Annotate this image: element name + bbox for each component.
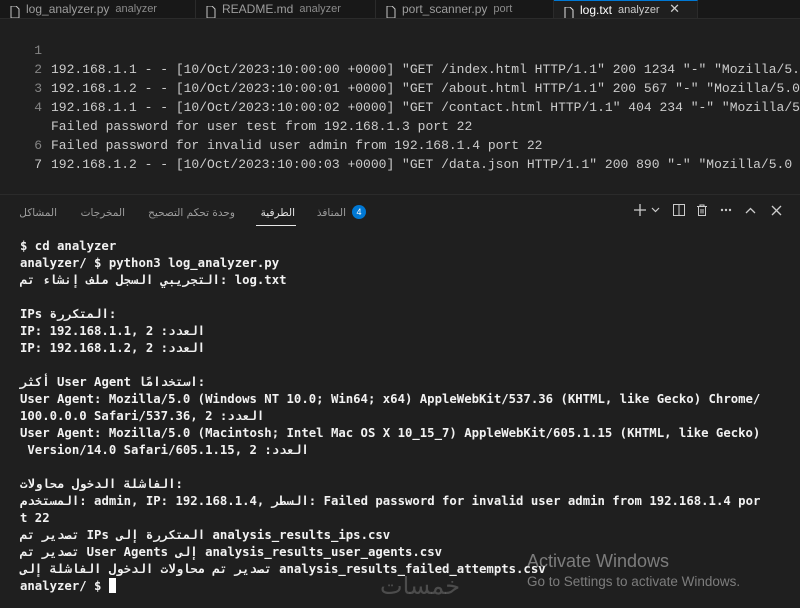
tab-terminal[interactable]: الطرفية bbox=[261, 207, 295, 219]
editor-line: 7 bbox=[0, 136, 800, 172]
terminal-line: IP: 192.168.1.1, العدد: 2 bbox=[20, 324, 206, 338]
tab-description: port bbox=[493, 3, 513, 15]
editor-line: 3 192.168.1.1 - - [10/Oct/2023:10:00:02 … bbox=[0, 60, 800, 115]
tab-output[interactable]: المخرجات bbox=[81, 207, 125, 219]
terminal-line: المستخدم: admin, IP: 192.168.1.4, السطر:… bbox=[20, 494, 761, 508]
line-number: 7 bbox=[34, 157, 42, 172]
terminal-line: 100.0.0.0 Safari/537.36, العدد: 2 bbox=[20, 409, 265, 423]
editor-line: 6 192.168.1.2 - - [10/Oct/2023:10:00:03 … bbox=[0, 117, 800, 172]
terminal-cursor bbox=[108, 578, 116, 593]
tab-description: analyzer bbox=[618, 3, 660, 16]
python-file-icon bbox=[386, 3, 396, 18]
python-file-icon bbox=[10, 3, 20, 18]
activate-windows-watermark: Activate Windows Go to Settings to activ… bbox=[527, 551, 740, 589]
tab-log-analyzer-py[interactable]: log_analyzer.py analyzer bbox=[0, 0, 196, 18]
terminal-line: analyzer/ $ python3 log_analyzer.py bbox=[20, 256, 280, 270]
text-editor[interactable]: 1 192.168.1.1 - - [10/Oct/2023:10:00:00 … bbox=[0, 22, 800, 192]
terminal-prompt: analyzer/ $ bbox=[20, 579, 109, 593]
panel-header: المشاكل المخرجات وحدة تحكم التصحيح الطرف… bbox=[0, 195, 800, 231]
vscode-window: log_analyzer.py analyzer README.md analy… bbox=[0, 0, 800, 608]
more-actions-icon[interactable] bbox=[720, 208, 732, 212]
tab-readme-md[interactable]: README.md analyzer bbox=[196, 0, 376, 18]
activate-windows-subtitle: Go to Settings to activate Windows. bbox=[527, 574, 741, 589]
markdown-file-icon bbox=[206, 3, 216, 18]
active-tab-indicator bbox=[256, 225, 296, 226]
trash-icon[interactable] bbox=[696, 204, 708, 216]
activate-windows-title: Activate Windows bbox=[527, 551, 670, 571]
editor-line: 1 192.168.1.1 - - [10/Oct/2023:10:00:00 … bbox=[0, 22, 800, 77]
tab-label: log_analyzer.py bbox=[26, 2, 110, 16]
editor-tab-bar: log_analyzer.py analyzer README.md analy… bbox=[0, 0, 800, 19]
tab-description: analyzer bbox=[299, 3, 341, 15]
editor-line: 2 192.168.1.2 - - [10/Oct/2023:10:00:01 … bbox=[0, 41, 800, 96]
line-text: 192.168.1.2 - - [10/Oct/2023:10:00:03 +0… bbox=[51, 157, 800, 172]
tab-label: log.txt bbox=[580, 2, 613, 17]
terminal-line: الفاشلة الدخول محاولات: bbox=[20, 477, 183, 491]
terminal-line: User Agent: Mozilla/5.0 (Windows NT 10.0… bbox=[20, 392, 761, 406]
terminal-line: t 22 bbox=[20, 511, 50, 525]
tab-port-scanner-py[interactable]: port_scanner.py port bbox=[376, 0, 554, 18]
chevron-down-icon[interactable] bbox=[651, 207, 660, 213]
split-terminal-icon[interactable] bbox=[673, 204, 685, 216]
terminal-output[interactable]: $ cd analyzer analyzer/ $ python3 log_an… bbox=[20, 238, 790, 595]
tab-label: port_scanner.py bbox=[402, 2, 488, 16]
terminal-line: أكثر User Agent استخدامًا: bbox=[20, 375, 206, 389]
terminal-line: User Agent: Mozilla/5.0 (Macintosh; Inte… bbox=[20, 426, 761, 440]
tab-description: analyzer bbox=[115, 3, 157, 15]
editor-line: Failed password for invalid user admin f… bbox=[0, 98, 800, 153]
tab-problems[interactable]: المشاكل bbox=[19, 207, 57, 219]
close-icon[interactable]: ✕ bbox=[668, 2, 682, 17]
tab-debug-console[interactable]: وحدة تحكم التصحيح bbox=[148, 207, 235, 219]
terminal-line: IPs المتكررة: bbox=[20, 307, 117, 321]
close-icon[interactable] bbox=[771, 205, 782, 216]
terminal-line: التجريبي السجل ملف إنشاء تم: log.txt bbox=[20, 273, 287, 287]
text-file-icon bbox=[564, 4, 574, 18]
terminal-line: Version/14.0 Safari/605.1.15, العدد: 2 bbox=[20, 443, 309, 457]
tab-label: README.md bbox=[222, 2, 294, 16]
plus-icon[interactable] bbox=[634, 204, 646, 216]
ports-count-badge: 4 bbox=[352, 205, 366, 219]
tab-log-txt[interactable]: log.txt analyzer ✕ bbox=[554, 0, 698, 18]
terminal-line: تصدير تم IPs المتكررة إلى analysis_resul… bbox=[20, 528, 391, 542]
terminal-line: IP: 192.168.1.2, العدد: 2 bbox=[20, 341, 206, 355]
chevron-up-icon[interactable] bbox=[745, 207, 756, 214]
brand-watermark: خمسات bbox=[380, 572, 461, 600]
tab-ports[interactable]: المنافذ bbox=[317, 207, 346, 219]
terminal-line: $ cd analyzer bbox=[20, 239, 117, 253]
editor-line: 4 Failed password for user test from 192… bbox=[0, 79, 800, 134]
